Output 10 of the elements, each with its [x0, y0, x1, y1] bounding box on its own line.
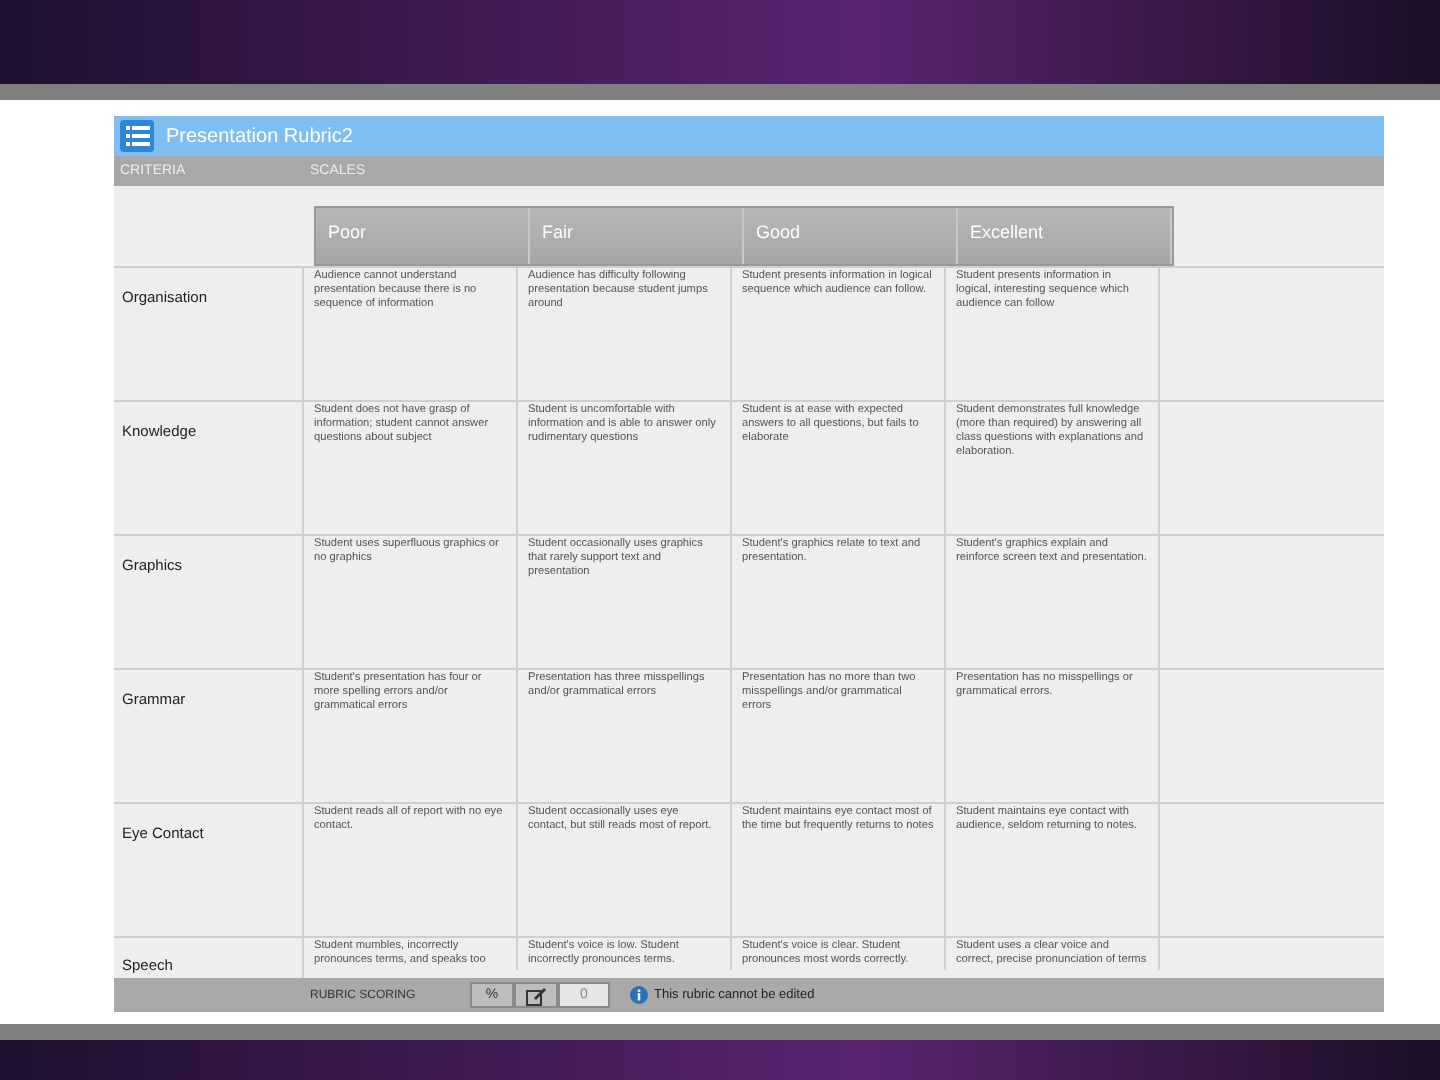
- scale-heading: Good: [744, 208, 958, 264]
- scale-heading: Poor: [316, 208, 530, 264]
- edit-icon: [525, 985, 547, 1005]
- menu-icon: [125, 126, 149, 146]
- info-icon: [630, 986, 648, 1004]
- scale-heading: Excellent: [958, 208, 1172, 264]
- edit-button[interactable]: [514, 982, 558, 1008]
- menu-button[interactable]: [120, 120, 154, 152]
- scale-heading: Fair: [530, 208, 744, 264]
- window-title: Presentation Rubric2: [166, 125, 353, 147]
